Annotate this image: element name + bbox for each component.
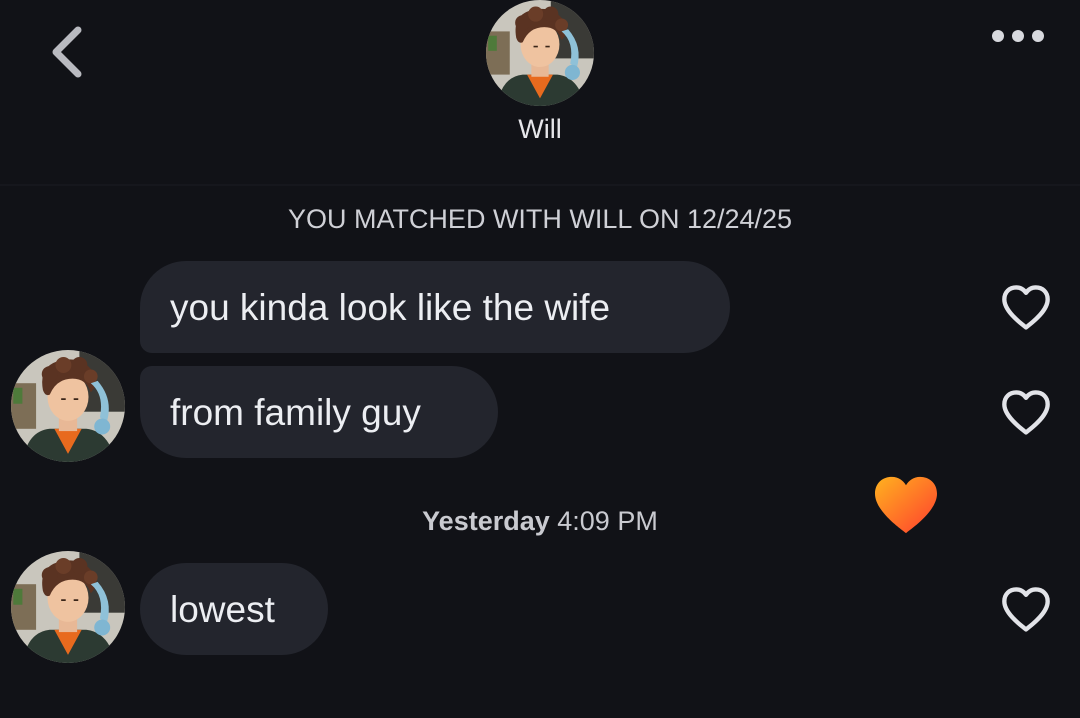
timestamp-day: Yesterday — [422, 506, 550, 536]
message-text: from family guy — [170, 391, 421, 433]
like-message-button[interactable] — [996, 582, 1056, 638]
message-text: lowest — [170, 588, 275, 630]
back-button[interactable] — [38, 20, 94, 84]
more-options-button[interactable] — [980, 14, 1056, 58]
heart-outline-icon — [1000, 389, 1052, 437]
message-bubble[interactable]: lowest — [140, 563, 328, 655]
profile-photo — [11, 350, 125, 462]
chevron-left-icon — [52, 26, 82, 78]
match-banner: YOU MATCHED WITH WILL ON 12/24/25 — [287, 204, 793, 234]
profile-photo — [11, 551, 125, 663]
sender-avatar[interactable] — [11, 350, 125, 462]
sender-avatar[interactable] — [11, 551, 125, 663]
contact-avatar[interactable] — [486, 0, 594, 106]
timestamp-time: 4:09 PM — [557, 506, 658, 536]
profile-photo — [486, 0, 594, 106]
contact-name[interactable]: Will — [440, 114, 640, 145]
header-divider — [0, 184, 1080, 186]
heart-outline-icon — [1000, 586, 1052, 634]
message-bubble[interactable]: you kinda look like the wife — [140, 261, 730, 353]
chat-header: Will — [0, 0, 1080, 184]
like-message-button[interactable] — [996, 385, 1056, 441]
heart-outline-icon — [1000, 284, 1052, 332]
ellipsis-icon — [992, 30, 1044, 42]
heart-reaction-icon — [875, 476, 937, 534]
like-message-button[interactable] — [996, 280, 1056, 336]
message-text: you kinda look like the wife — [170, 286, 611, 328]
message-timestamp: Yesterday 4:09 PM — [340, 506, 740, 537]
message-bubble[interactable]: from family guy — [140, 366, 498, 458]
